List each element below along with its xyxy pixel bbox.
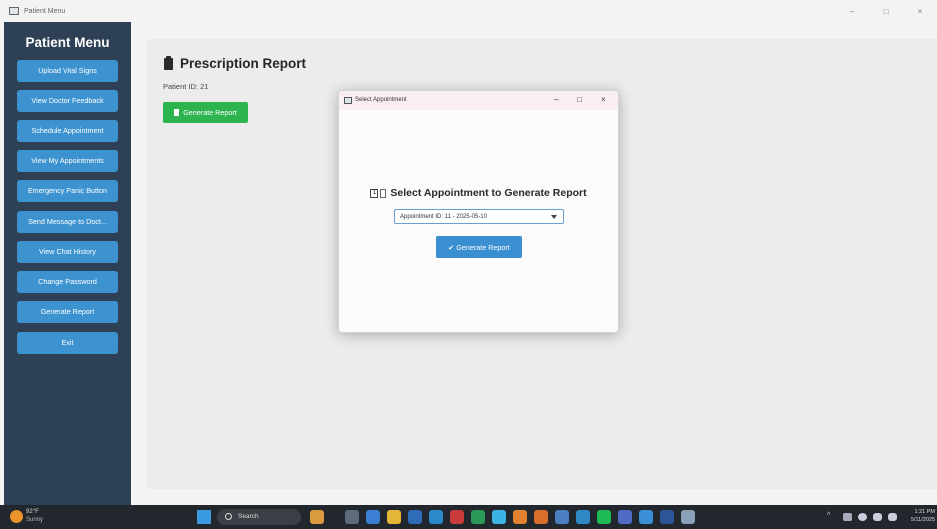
clock-time: 1:21 PM: [914, 509, 935, 515]
upload-vital-signs-button[interactable]: Upload Vital Signs: [17, 60, 118, 82]
view-doctor-feedback-button[interactable]: View Doctor Feedback: [17, 90, 118, 112]
generate-report-button[interactable]: Generate Report: [163, 102, 248, 123]
keycap-one-icon: 1: [370, 188, 379, 198]
view-my-appointments-button[interactable]: View My Appointments: [17, 150, 118, 172]
patient-id-label: Patient ID: 21: [163, 82, 209, 91]
window-titlebar: Patient Menu – □ ×: [0, 0, 937, 22]
emergency-panic-button[interactable]: Emergency Panic Button: [17, 180, 118, 202]
dialog-titlebar: Select Appointment – □ ×: [339, 91, 618, 110]
sun-icon[interactable]: [10, 510, 23, 523]
calendar-app-icon[interactable]: [408, 510, 422, 524]
appointment-select-value: Appointment ID: 11 - 2025-05-10: [400, 213, 487, 220]
java-app-icon[interactable]: [681, 510, 695, 524]
notepad-icon[interactable]: [639, 510, 653, 524]
dialog-heading: 1 Select Appointment to Generate Report: [339, 187, 618, 199]
clock-date: 5/11/2025: [910, 517, 935, 523]
missing-glyph-icon: [380, 188, 387, 198]
weather-description: Sunny: [26, 517, 44, 523]
sidebar-title: Patient Menu: [25, 35, 110, 50]
battery-icon[interactable]: [888, 513, 897, 521]
search-label: Search: [238, 513, 259, 520]
appointment-select[interactable]: Appointment ID: 11 - 2025-05-10: [394, 209, 564, 224]
dialog-heading-text: Select Appointment to Generate Report: [390, 187, 587, 199]
browser-app-icon[interactable]: [534, 510, 548, 524]
clock[interactable]: 1:21 PM 5/11/2025: [911, 508, 935, 524]
window-controls: – □ ×: [835, 0, 937, 22]
chrome-icon[interactable]: [471, 510, 485, 524]
tray-overflow-chevron-icon[interactable]: ^: [827, 512, 830, 519]
taskbar: 92°F Sunny Search ^ 1:21 PM 5/11/2025: [0, 505, 937, 529]
photos-app-icon[interactable]: [576, 510, 590, 524]
spotify-icon[interactable]: [597, 510, 611, 524]
dialog-app-icon: [344, 97, 352, 104]
onedrive-icon[interactable]: [843, 513, 852, 521]
generate-report-nav-button[interactable]: Generate Report: [17, 301, 118, 323]
exit-button[interactable]: Exit: [17, 332, 118, 354]
app-icon: [9, 7, 19, 15]
edge-icon[interactable]: [429, 510, 443, 524]
volume-icon[interactable]: [873, 513, 882, 521]
close-button[interactable]: ×: [903, 7, 937, 16]
copilot-icon[interactable]: [366, 510, 380, 524]
view-chat-history-button[interactable]: View Chat History: [17, 241, 118, 263]
office-app-icon[interactable]: [450, 510, 464, 524]
firefox-icon[interactable]: [513, 510, 527, 524]
search-icon: [225, 513, 232, 520]
select-appointment-dialog: Select Appointment – □ × 1 Select Appoin…: [338, 90, 619, 333]
chevron-down-icon: [551, 215, 557, 219]
dialog-minimize-button[interactable]: –: [554, 95, 558, 104]
task-view-icon[interactable]: [345, 510, 359, 524]
document-icon: [174, 109, 180, 116]
vscode-icon[interactable]: [492, 510, 506, 524]
word-icon[interactable]: [660, 510, 674, 524]
dialog-title: Select Appointment: [355, 97, 407, 103]
weather-temperature: 92°F: [26, 509, 39, 515]
minimize-button[interactable]: –: [835, 7, 869, 16]
dialog-close-button[interactable]: ×: [601, 95, 606, 104]
windows-start-icon[interactable]: [197, 510, 211, 524]
visual-studio-icon[interactable]: [618, 510, 632, 524]
clipboard-icon: [164, 55, 173, 70]
dialog-maximize-button[interactable]: □: [577, 95, 582, 104]
maximize-button[interactable]: □: [869, 7, 903, 16]
window-title: Patient Menu: [24, 7, 66, 15]
terminal-icon[interactable]: [555, 510, 569, 524]
taskbar-search[interactable]: Search: [217, 509, 301, 525]
page-title-text: Prescription Report: [180, 56, 307, 71]
page-title: Prescription Report: [164, 55, 307, 71]
file-explorer-icon[interactable]: [387, 510, 401, 524]
wifi-icon[interactable]: [858, 513, 867, 521]
change-password-button[interactable]: Change Password: [17, 271, 118, 293]
send-message-button[interactable]: Send Message to Doct...: [17, 211, 118, 233]
schedule-appointment-button[interactable]: Schedule Appointment: [17, 120, 118, 142]
widget-app-icon[interactable]: [310, 510, 324, 524]
sidebar: Patient Menu Upload Vital Signs View Doc…: [4, 22, 131, 505]
generate-report-button-label: Generate Report: [183, 108, 237, 117]
dialog-generate-report-button[interactable]: ✔ Generate Report: [436, 236, 522, 258]
